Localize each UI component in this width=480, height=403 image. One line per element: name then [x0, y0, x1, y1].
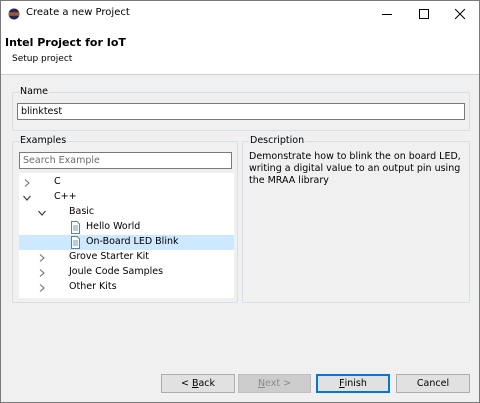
- tree-item-label: Grove Starter Kit: [69, 251, 149, 262]
- chevron-right-icon[interactable]: [36, 280, 48, 295]
- next-button[interactable]: Next >: [238, 374, 311, 393]
- chevron-right-icon[interactable]: [21, 175, 33, 190]
- tree-item-label: C: [54, 176, 61, 187]
- tree-item-basic[interactable]: Basic: [19, 205, 234, 220]
- close-icon: [455, 9, 465, 19]
- finish-button-rest: inish: [344, 378, 367, 389]
- cancel-button[interactable]: Cancel: [396, 374, 470, 393]
- file-icon: [71, 236, 80, 249]
- back-button-prefix: <: [180, 378, 192, 389]
- page-subtitle: Setup project: [12, 54, 73, 64]
- header-divider: [1, 74, 479, 75]
- project-name-input[interactable]: [17, 103, 465, 120]
- tree-item-on-board-led-blink[interactable]: On-Board LED Blink: [19, 235, 234, 250]
- tree-item-c[interactable]: C: [19, 175, 234, 190]
- tree-item-label: C++: [54, 191, 77, 202]
- back-button[interactable]: < Back: [161, 374, 235, 393]
- next-button-mnemonic: N: [257, 378, 266, 389]
- description-text: Demonstrate how to blink the on board LE…: [249, 151, 461, 186]
- description-group: Description Demonstrate how to blink the…: [242, 135, 470, 303]
- tree-item-label: Other Kits: [69, 281, 117, 292]
- examples-tree[interactable]: C C++ Basic Hello World On-Board LED Bli…: [19, 173, 234, 298]
- tree-item-label: Basic: [69, 206, 95, 217]
- tree-item-label: Joule Code Samples: [69, 266, 164, 277]
- new-project-dialog: Create a new Project Intel Project for I…: [0, 0, 480, 403]
- wizard-header: Intel Project for IoT Setup project: [1, 27, 479, 74]
- tree-item-hello-world[interactable]: Hello World: [19, 220, 234, 235]
- name-label: Name: [19, 86, 50, 97]
- close-button[interactable]: [442, 1, 478, 27]
- tree-item-label: On-Board LED Blink: [86, 236, 179, 247]
- window-title: Create a new Project: [26, 7, 130, 18]
- page-title: Intel Project for IoT: [5, 36, 126, 49]
- chevron-down-icon[interactable]: [21, 190, 33, 205]
- name-group: Name: [12, 86, 470, 131]
- search-example-input[interactable]: [19, 152, 232, 169]
- description-label: Description: [249, 135, 306, 146]
- chevron-right-icon[interactable]: [36, 265, 48, 280]
- eclipse-icon: [8, 8, 20, 20]
- maximize-button[interactable]: [406, 1, 442, 27]
- tree-item-grove-starter-kit[interactable]: Grove Starter Kit: [19, 250, 234, 265]
- chevron-down-icon[interactable]: [36, 205, 48, 220]
- cancel-button-label: Cancel: [416, 378, 450, 389]
- file-icon: [71, 221, 80, 234]
- tree-item-other-kits[interactable]: Other Kits: [19, 280, 234, 295]
- examples-group: Examples C C++ Basic: [12, 135, 238, 303]
- examples-label: Examples: [19, 135, 68, 146]
- next-button-rest: ext >: [265, 378, 292, 389]
- finish-button[interactable]: Finish: [316, 374, 390, 393]
- minimize-button[interactable]: [369, 1, 405, 27]
- tree-item-cpp[interactable]: C++: [19, 190, 234, 205]
- back-button-rest: ack: [198, 378, 216, 389]
- tree-item-joule-code-samples[interactable]: Joule Code Samples: [19, 265, 234, 280]
- maximize-icon: [419, 9, 429, 19]
- chevron-right-icon[interactable]: [36, 250, 48, 265]
- tree-item-label: Hello World: [86, 221, 141, 232]
- title-bar[interactable]: Create a new Project: [1, 1, 479, 27]
- minimize-icon: [382, 14, 392, 15]
